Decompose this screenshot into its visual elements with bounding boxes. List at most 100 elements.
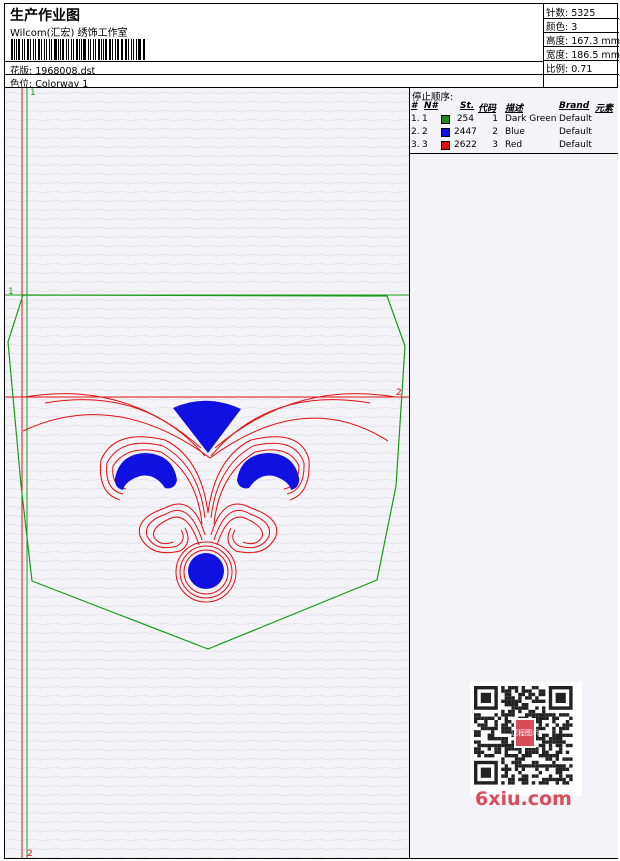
barcode-bar <box>48 39 51 60</box>
barcode-bar <box>18 39 20 60</box>
col-header-num: # <box>411 101 418 111</box>
barcode-bar <box>130 39 133 60</box>
row-brand: Default <box>559 140 592 150</box>
blue-dot <box>188 553 224 589</box>
marker-bottom: 2 <box>27 849 33 858</box>
qr-code: 汉程图示 <box>470 682 582 796</box>
row-brand: Default <box>559 127 592 137</box>
spec-scale: 比例: 0.71 <box>546 64 593 75</box>
barcode-bar <box>62 39 64 60</box>
marker-right: 2 <box>396 388 402 398</box>
barcode-bar <box>54 39 57 60</box>
worksheet-header: 生产作业图 Wilcom(汇宏) 绣饰工作室 花版: 1968008.dst 色… <box>4 3 620 90</box>
svg-text:汉程图示: 汉程图示 <box>511 728 539 737</box>
barcode-bar <box>115 39 116 60</box>
row-description: Red <box>505 140 523 150</box>
barcode-bar <box>116 39 119 60</box>
barcode-bar <box>38 39 41 60</box>
barcode-bar <box>73 39 74 60</box>
row-description: Blue <box>505 127 525 137</box>
color-swatch <box>441 115 450 124</box>
barcode-bar <box>100 39 102 60</box>
row-no: 3 <box>422 140 428 150</box>
studio-name: Wilcom(汇宏) 绣饰工作室 <box>10 28 128 39</box>
barcode-bar <box>60 39 62 60</box>
barcode <box>11 39 147 60</box>
barcode-bar <box>142 39 144 60</box>
site-watermark: 6xiu.com <box>475 788 572 810</box>
barcode-bar <box>93 39 95 60</box>
barcode-bar <box>136 39 138 60</box>
barcode-bar <box>23 39 25 60</box>
barcode-bar <box>133 39 135 60</box>
barcode-bar <box>105 39 107 60</box>
barcode-bar <box>26 39 30 60</box>
color-swatch <box>441 141 450 150</box>
row-no: 1 <box>422 114 428 124</box>
barcode-bar <box>97 39 100 60</box>
barcode-bar <box>108 39 112 60</box>
barcode-bar <box>34 39 37 60</box>
barcode-bar <box>120 39 122 60</box>
col-header-st: St. <box>460 101 475 111</box>
barcode-bar <box>11 39 13 60</box>
col-header-code: 代码 <box>478 104 497 114</box>
row-no: 2 <box>422 127 428 137</box>
barcode-bar <box>43 39 45 60</box>
barcode-bar <box>89 39 92 60</box>
col-header-desc: 描述 <box>505 104 524 114</box>
barcode-bar <box>67 39 70 60</box>
barcode-bar <box>16 39 18 60</box>
row-num: 1. <box>411 114 420 124</box>
col-header-no: N# <box>424 101 438 111</box>
barcode-bar <box>81 39 83 60</box>
marker-left: 1 <box>8 287 14 297</box>
barcode-bar <box>21 39 23 60</box>
col-header-element: 元素 <box>595 104 614 114</box>
qr-code-image: 汉程图示 <box>470 682 582 796</box>
embroidery-preview: 1 1 2 2 <box>5 88 409 858</box>
divider <box>544 74 619 75</box>
barcode-bar <box>13 39 15 60</box>
page-title: 生产作业图 <box>10 8 80 24</box>
barcode-bar <box>125 39 127 60</box>
barcode-bar <box>127 39 129 60</box>
barcode-bar <box>65 39 67 60</box>
barcode-bar <box>112 39 114 60</box>
barcode-bar <box>41 39 42 60</box>
barcode-bar <box>144 39 146 60</box>
barcode-bar <box>78 39 80 60</box>
barcode-bar <box>30 39 31 60</box>
barcode-bar <box>32 39 34 60</box>
barcode-bar <box>122 39 124 60</box>
barcode-bar <box>75 39 78 60</box>
barcode-bar <box>57 39 59 60</box>
row-brand: Default <box>559 114 592 124</box>
marker-top: 1 <box>30 88 36 98</box>
spec-width: 宽度: 186.5 mm <box>546 50 620 61</box>
spec-colors: 颜色: 3 <box>546 22 578 33</box>
spec-stitches: 针数: 5325 <box>546 8 596 19</box>
divider <box>410 153 618 154</box>
barcode-bar <box>95 39 96 60</box>
barcode-bar <box>103 39 105 60</box>
row-code: 1 <box>492 114 498 124</box>
color-swatch <box>441 128 450 137</box>
row-description: Dark Green <box>505 114 557 124</box>
row-num: 3. <box>411 140 420 150</box>
row-code: 3 <box>492 140 498 150</box>
spec-height: 高度: 167.3 mm <box>546 36 620 47</box>
row-stitches: 2447 <box>454 127 477 137</box>
row-code: 2 <box>492 127 498 137</box>
divider <box>5 74 543 75</box>
row-num: 2. <box>411 127 420 137</box>
canvas-background <box>5 88 409 858</box>
row-stitches: 254 <box>456 114 474 124</box>
barcode-bar <box>83 39 86 60</box>
specs-panel: 针数: 5325 颜色: 3 高度: 167.3 mm 宽度: 186.5 mm… <box>543 4 620 89</box>
barcode-bar <box>51 39 53 60</box>
barcode-bar <box>87 39 89 60</box>
barcode-bar <box>71 39 73 60</box>
row-stitches: 2622 <box>454 140 477 150</box>
barcode-bar <box>138 39 141 60</box>
